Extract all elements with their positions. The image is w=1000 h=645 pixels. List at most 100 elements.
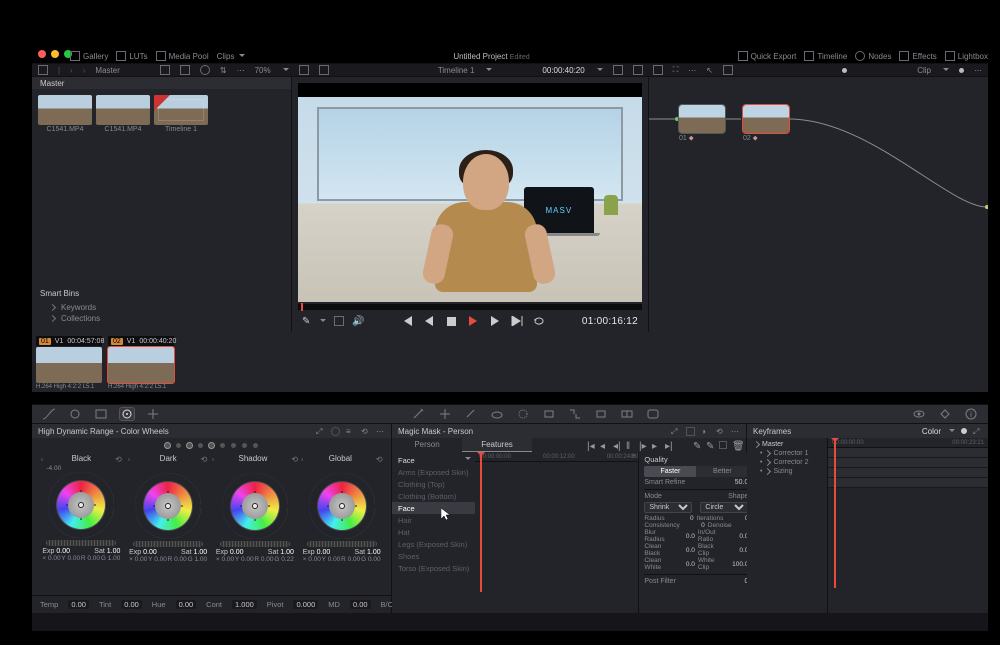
node-graph[interactable]: 01 ⬥ 02 ⬥ <box>648 77 988 332</box>
color-wheel-black[interactable]: ◦Black⟲ -4.00 Exp 0.00Sat 1.00 × 0.00Y 0… <box>40 454 122 563</box>
node-options-icon[interactable]: ⋯ <box>974 66 982 75</box>
mask-toggle-icon[interactable] <box>719 441 727 449</box>
mask-invert-icon[interactable] <box>686 427 695 436</box>
search-icon[interactable] <box>200 65 210 75</box>
feature-option[interactable]: Arms (Exposed Skin) <box>392 466 475 478</box>
stroke-sub-icon[interactable]: ✎ <box>706 441 714 449</box>
media-clip[interactable]: Timeline 1 <box>154 95 208 133</box>
sort-icon[interactable]: ⇅ <box>220 66 227 75</box>
shape-select[interactable]: Circle <box>700 502 748 513</box>
3d-icon[interactable] <box>594 408 608 420</box>
mute-icon[interactable]: 🔊 <box>352 316 364 327</box>
viewer-scrubber[interactable] <box>298 304 642 310</box>
track-rev-icon[interactable]: ◂| <box>613 441 621 449</box>
color-wheel-dark[interactable]: ◦Dark⟲ Exp 0.00Sat 1.00 × 0.00Y 0.00R 0.… <box>127 454 209 563</box>
pointer-icon[interactable]: ↖ <box>706 66 713 75</box>
fit-icon[interactable] <box>299 65 309 75</box>
feature-option[interactable]: Face <box>392 502 475 514</box>
step-fwd-icon[interactable] <box>489 315 501 327</box>
zone-dots[interactable] <box>32 438 391 452</box>
curves-icon[interactable] <box>42 408 56 420</box>
clip-scope[interactable]: Clip <box>917 66 931 75</box>
list-view-icon[interactable] <box>160 65 170 75</box>
track-first-icon[interactable]: |◂ <box>587 441 595 449</box>
nodes-panel-button[interactable]: Nodes <box>855 51 891 61</box>
kf-indicator-icon[interactable] <box>938 408 952 420</box>
tab-features[interactable]: Features <box>462 438 532 452</box>
mask-timeline[interactable]: 00:00:00:0000:00:12:0000:00:24:00 ⟳ <box>475 452 638 613</box>
quality-toggle[interactable]: FasterBetter <box>644 466 748 477</box>
highlight-icon[interactable] <box>633 65 643 75</box>
media-pool-tab[interactable]: Master <box>32 77 291 89</box>
mask-options-icon[interactable]: ⋯ <box>731 427 740 436</box>
play-icon[interactable] <box>467 315 479 327</box>
node-02[interactable] <box>743 105 789 133</box>
timeline-timecode[interactable]: 00:00:40:20 <box>542 66 584 75</box>
blur-icon[interactable] <box>516 408 530 420</box>
lightbox-button[interactable]: Lightbox <box>945 51 988 61</box>
md-value[interactable]: 0.00 <box>350 600 371 609</box>
stroke-add-icon[interactable]: ✎ <box>693 441 701 449</box>
mode-select[interactable]: Shrink <box>644 502 692 513</box>
stereo-icon[interactable] <box>620 408 634 420</box>
sliders-icon[interactable]: ≡ <box>346 427 355 436</box>
node-01[interactable] <box>679 105 725 133</box>
timeline-clip[interactable]: 02V100:00:40:20H.264 High 4:2:2 L5.1 <box>108 336 174 390</box>
keyframe-tree-item[interactable]: Master <box>747 440 827 449</box>
track-pause-icon[interactable]: ‖ <box>626 441 634 449</box>
step-back-icon[interactable] <box>423 315 435 327</box>
feature-option[interactable]: Clothing (Bottom) <box>392 490 475 502</box>
media-clip[interactable]: C1541.MP4 <box>96 95 150 133</box>
wand-icon[interactable] <box>412 408 426 420</box>
wheel-mode-icon[interactable] <box>331 427 340 436</box>
mask-overlay2-icon[interactable]: ◑ <box>701 427 710 436</box>
qualifier-icon[interactable] <box>68 408 82 420</box>
windows-icon[interactable] <box>94 408 108 420</box>
track-prev-icon[interactable]: ◂ <box>600 441 608 449</box>
contrast-value[interactable]: 1.000 <box>232 600 257 609</box>
media-clip[interactable]: C1541.MP4 <box>38 95 92 133</box>
timeline-name[interactable]: Timeline 1 <box>438 66 475 75</box>
zoom-value[interactable]: 70% <box>255 66 271 75</box>
breadcrumb-master[interactable]: Master <box>95 66 119 75</box>
keyframe-timeline[interactable]: 00:00:00:0000:00:23:21 <box>827 438 988 613</box>
feature-option[interactable]: Hair <box>392 514 475 526</box>
temp-value[interactable]: 0.00 <box>68 600 89 609</box>
fullscreen-icon[interactable]: ⛶ <box>673 65 679 75</box>
pivot-value[interactable]: 0.000 <box>293 600 318 609</box>
hue-value[interactable]: 0.00 <box>176 600 197 609</box>
luts-button[interactable]: LUTs <box>116 51 147 61</box>
wand2-icon[interactable] <box>464 408 478 420</box>
kf-expand-icon[interactable]: ⤢ <box>973 427 982 436</box>
gallery-button[interactable]: Gallery <box>70 51 108 61</box>
feature-option[interactable]: Torso (Exposed Skin) <box>392 562 475 574</box>
color-wheel-global[interactable]: ◦Global⟲ Exp 0.00Sat 1.00 × 0.00Y 0.00R … <box>301 454 383 563</box>
timeline-panel-button[interactable]: Timeline <box>804 51 847 61</box>
track-last-icon[interactable]: ▸| <box>665 441 673 449</box>
expand-icon[interactable]: ⤢ <box>316 427 325 436</box>
safe-area-icon[interactable] <box>319 65 329 75</box>
eye-icon[interactable] <box>912 408 926 420</box>
mask-param-row[interactable]: Blur Radius0.0In/Out Ratio0.0 <box>644 529 748 543</box>
mask-expand-icon[interactable]: ⤢ <box>671 427 680 436</box>
mask-overlay-icon[interactable] <box>613 65 623 75</box>
color-wheel-shadow[interactable]: ◦Shadow⟲ Exp 0.00Sat 1.00 × 0.00Y 0.00R … <box>214 454 296 563</box>
timeline-clip[interactable]: 01V100:04:57:08H.264 High 4:2:2 L5.1 <box>36 336 102 390</box>
mask-trash-icon[interactable]: 🗑 <box>732 441 740 449</box>
more-icon[interactable]: ⋯ <box>688 66 696 75</box>
next-clip-icon[interactable] <box>511 315 523 327</box>
tab-person[interactable]: Person <box>392 438 462 452</box>
smart-bin-item[interactable]: Collections <box>40 313 283 324</box>
viewer-timecode[interactable]: 01:00:16:12 <box>582 316 638 327</box>
thumbnail-timeline[interactable]: 01V100:04:57:08H.264 High 4:2:2 L5.102V1… <box>32 332 988 392</box>
keyframe-tree-item[interactable]: •Corrector 1 <box>747 449 827 458</box>
mask-param-row[interactable]: Clean White0.0White Clip100.0 <box>644 557 748 571</box>
picker-icon[interactable]: ✎ <box>302 316 310 327</box>
kf-mode[interactable]: Color <box>922 427 941 436</box>
options-icon[interactable]: ⋯ <box>237 66 245 75</box>
quick-export-button[interactable]: Quick Export <box>738 51 797 61</box>
feature-option[interactable]: Clothing (Top) <box>392 478 475 490</box>
mask-param-row[interactable]: Clean Black0.0Black Clip0.0 <box>644 543 748 557</box>
cloud-icon[interactable] <box>490 408 504 420</box>
keyframe-tree[interactable]: Master•Corrector 1•Corrector 2•Sizing <box>747 438 827 613</box>
